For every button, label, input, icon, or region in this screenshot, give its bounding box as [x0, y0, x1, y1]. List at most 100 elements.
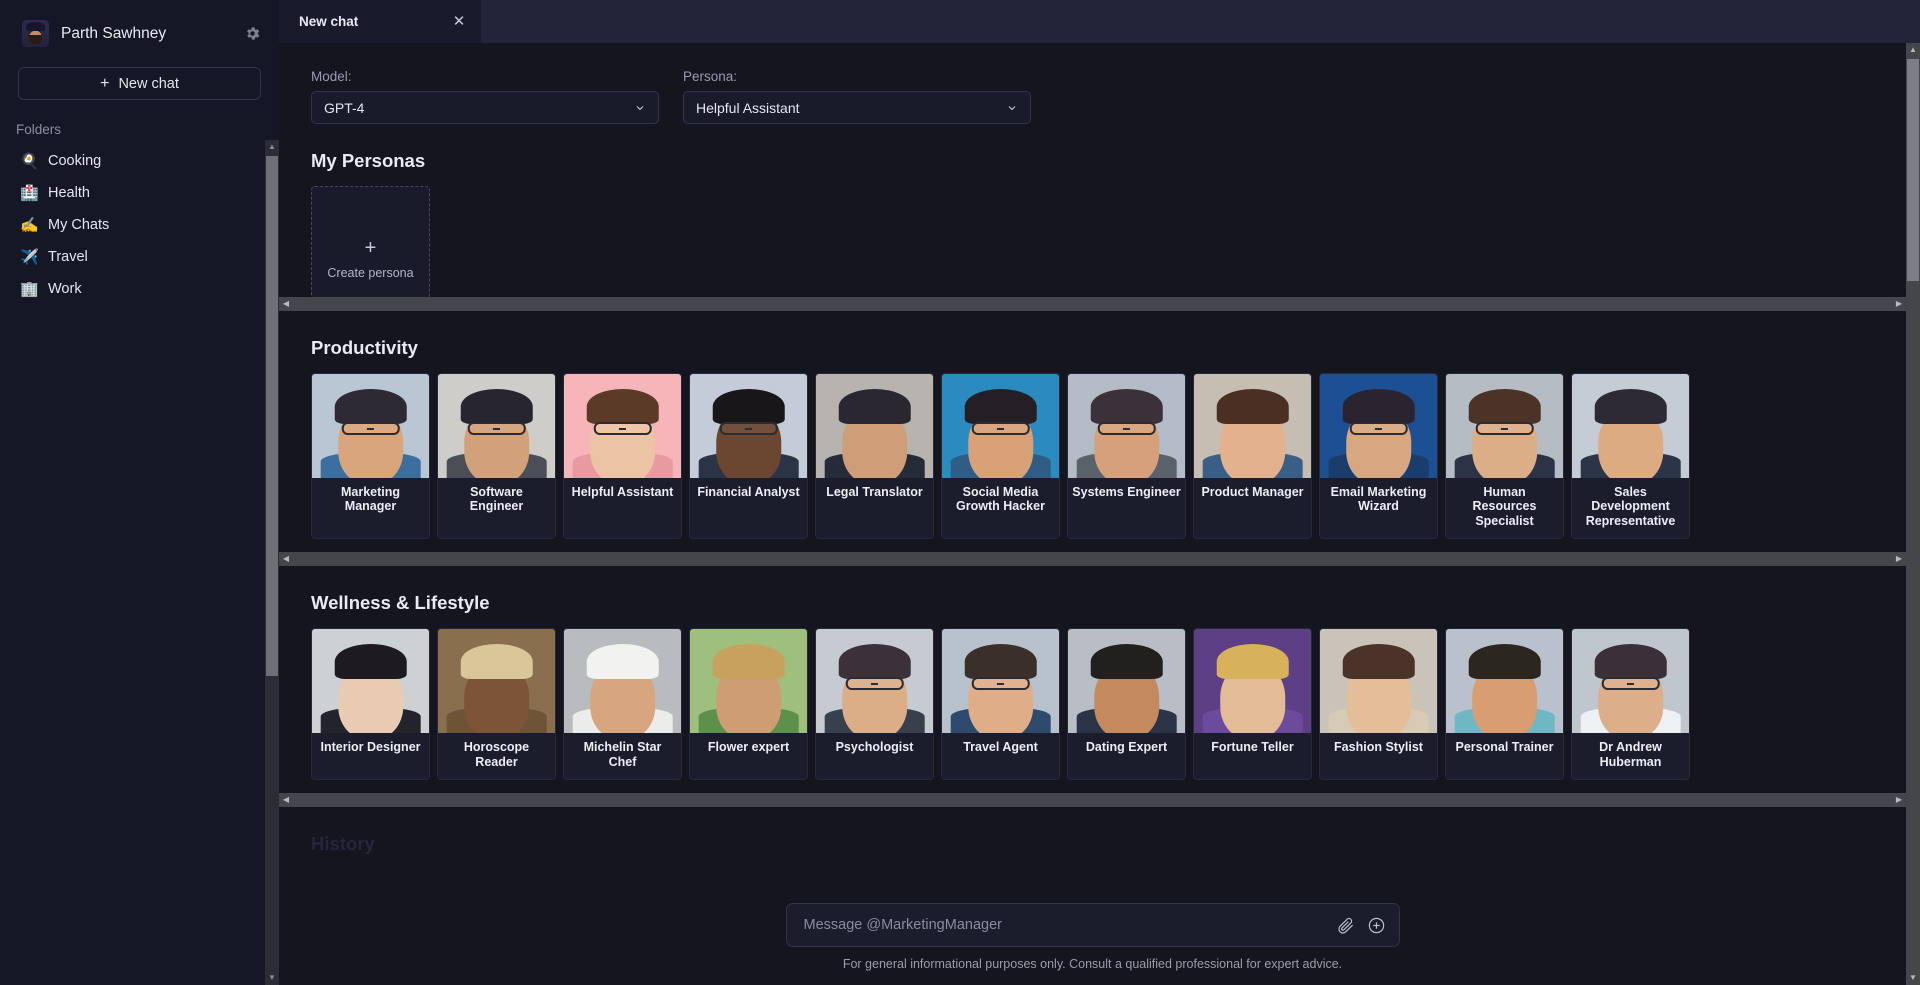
scroll-left-icon[interactable]: ◀: [279, 793, 293, 807]
persona-card[interactable]: Michelin Star Chef: [563, 628, 682, 780]
scroll-down-icon[interactable]: ▼: [1906, 971, 1920, 985]
persona-name: Travel Agent: [963, 740, 1038, 755]
model-label: Model:: [311, 69, 352, 84]
scroll-right-icon[interactable]: ▶: [1892, 793, 1906, 807]
my-personas-hscrollbar[interactable]: ◀ ▶: [279, 297, 1906, 311]
folder-list: 🍳 Cooking 🏥 Health ✍️ My Chats ✈️ Travel…: [0, 145, 279, 305]
new-chat-button[interactable]: + New chat: [18, 67, 261, 100]
persona-name: Psychologist: [835, 740, 914, 755]
persona-name: Sales Development Representative: [1585, 485, 1676, 528]
persona-name: Human Resources Specialist: [1472, 485, 1537, 528]
history-title: History: [311, 832, 375, 854]
persona-card[interactable]: Human Resources Specialist: [1445, 373, 1564, 540]
persona-name: Legal Translator: [826, 485, 923, 499]
scrollbar-thumb[interactable]: [1907, 59, 1919, 281]
wellness-hscrollbar[interactable]: ◀ ▶: [279, 792, 1906, 807]
section-my-personas: My Personas + Create persona ◀ ▶: [279, 150, 1906, 311]
persona-card[interactable]: Sales Development Representative: [1571, 373, 1690, 540]
sidebar-scrollbar[interactable]: ▲ ▼: [265, 140, 279, 985]
scrollbar-thumb[interactable]: [266, 156, 278, 676]
persona-card[interactable]: Horoscope Reader: [437, 628, 556, 780]
app-window: Parth Sawhney + New chat Folders 🍳 Cooki…: [0, 0, 1920, 985]
persona-card[interactable]: Legal Translator: [815, 373, 934, 540]
tab-bar: New chat ✕: [279, 0, 1920, 43]
persona-card[interactable]: Software Engineer: [437, 373, 556, 540]
sidebar-item-work[interactable]: 🏢 Work: [0, 273, 279, 305]
persona-avatar: [1572, 374, 1689, 478]
persona-card[interactable]: Interior Designer: [311, 628, 430, 780]
persona-name: Interior Designer: [320, 740, 421, 755]
card-row: Interior Designer Horoscope Reader Micheli…: [279, 628, 1906, 780]
persona-card[interactable]: Dating Expert: [1067, 628, 1186, 780]
sidebar-item-travel[interactable]: ✈️ Travel: [0, 241, 279, 273]
persona-name: Systems Engineer: [1072, 485, 1181, 499]
health-icon: 🏥: [20, 184, 39, 202]
message-composer[interactable]: [785, 903, 1400, 947]
user-name: Parth Sawhney: [61, 24, 167, 42]
gear-icon[interactable]: [244, 25, 261, 42]
persona-card[interactable]: Product Manager: [1193, 373, 1312, 540]
section-title: My Personas: [311, 150, 426, 171]
persona-avatar: [1446, 374, 1563, 478]
productivity-band: Marketing Manager Software Engineer Helpfu…: [279, 373, 1906, 567]
persona-name: Financial Analyst: [697, 485, 800, 499]
disclaimer-text: For general informational purposes only.…: [842, 957, 1343, 971]
scroll-down-icon[interactable]: ▼: [265, 971, 279, 985]
scroll-right-icon[interactable]: ▶: [1892, 297, 1906, 311]
persona-card[interactable]: Flower expert: [689, 628, 808, 780]
paperclip-icon[interactable]: [1336, 916, 1355, 935]
sidebar-item-health[interactable]: 🏥 Health: [0, 177, 279, 209]
tab-label: New chat: [299, 14, 359, 29]
scroll-left-icon[interactable]: ◀: [279, 297, 293, 311]
persona-card[interactable]: Helpful Assistant: [563, 373, 682, 540]
card-row: Marketing Manager Software Engineer Helpfu…: [279, 373, 1906, 540]
message-input[interactable]: [803, 917, 1324, 933]
persona-avatar: [438, 629, 555, 734]
section-title: Productivity: [311, 337, 418, 358]
plus-icon: +: [364, 237, 377, 259]
scroll-up-icon[interactable]: ▲: [265, 140, 279, 154]
persona-card[interactable]: Social Media Growth Hacker: [941, 373, 1060, 540]
tab-new-chat[interactable]: New chat ✕: [279, 0, 481, 43]
main-scrollbar[interactable]: ▲ ▼: [1906, 43, 1920, 985]
persona-avatar: [1194, 629, 1311, 734]
persona-name: Fashion Stylist: [1334, 740, 1423, 755]
main-area: New chat ✕ Model: GPT-4 Persona: Helpful…: [279, 0, 1920, 985]
persona-card[interactable]: Dr Andrew Huberman: [1571, 628, 1690, 780]
persona-name: Software Engineer: [469, 485, 524, 514]
persona-selector-group: Persona: Helpful Assistant: [683, 69, 1031, 124]
persona-card[interactable]: Email Marketing Wizard: [1319, 373, 1438, 540]
folder-label: My Chats: [48, 217, 110, 233]
persona-name: Marketing Manager: [340, 485, 401, 514]
persona-card[interactable]: Fashion Stylist: [1319, 628, 1438, 780]
persona-card[interactable]: Marketing Manager: [311, 373, 430, 540]
persona-avatar: [942, 629, 1059, 734]
sidebar-item-cooking[interactable]: 🍳 Cooking: [0, 145, 279, 177]
persona-avatar: [312, 629, 429, 734]
model-dropdown[interactable]: GPT-4: [311, 91, 659, 124]
scroll-up-icon[interactable]: ▲: [1906, 43, 1920, 57]
persona-card[interactable]: Fortune Teller: [1193, 628, 1312, 780]
sidebar-item-my-chats[interactable]: ✍️ My Chats: [0, 209, 279, 241]
selector-row: Model: GPT-4 Persona: Helpful Assistant: [279, 43, 1906, 124]
persona-card[interactable]: Travel Agent: [941, 628, 1060, 780]
persona-card[interactable]: Psychologist: [815, 628, 934, 780]
persona-dropdown[interactable]: Helpful Assistant: [683, 91, 1031, 124]
persona-avatar: [438, 374, 555, 478]
persona-label: Persona:: [683, 69, 738, 84]
create-persona-card[interactable]: + Create persona: [311, 186, 430, 297]
persona-card[interactable]: Systems Engineer: [1067, 373, 1186, 540]
folder-label: Travel: [48, 249, 88, 265]
close-icon[interactable]: ✕: [451, 14, 467, 29]
section-wellness-lifestyle: Wellness & Lifestyle Interior Designer Ho…: [279, 592, 1906, 807]
new-chat-label: New chat: [118, 75, 179, 92]
persona-avatar: [1446, 629, 1563, 734]
sidebar-header: Parth Sawhney: [0, 0, 279, 53]
persona-card[interactable]: Financial Analyst: [689, 373, 808, 540]
plus-circle-icon[interactable]: [1367, 916, 1386, 935]
scroll-left-icon[interactable]: ◀: [279, 552, 293, 566]
scroll-right-icon[interactable]: ▶: [1892, 552, 1906, 566]
folder-label: Cooking: [48, 153, 102, 169]
persona-card[interactable]: Personal Trainer: [1445, 628, 1564, 780]
productivity-hscrollbar[interactable]: ◀ ▶: [279, 552, 1906, 567]
